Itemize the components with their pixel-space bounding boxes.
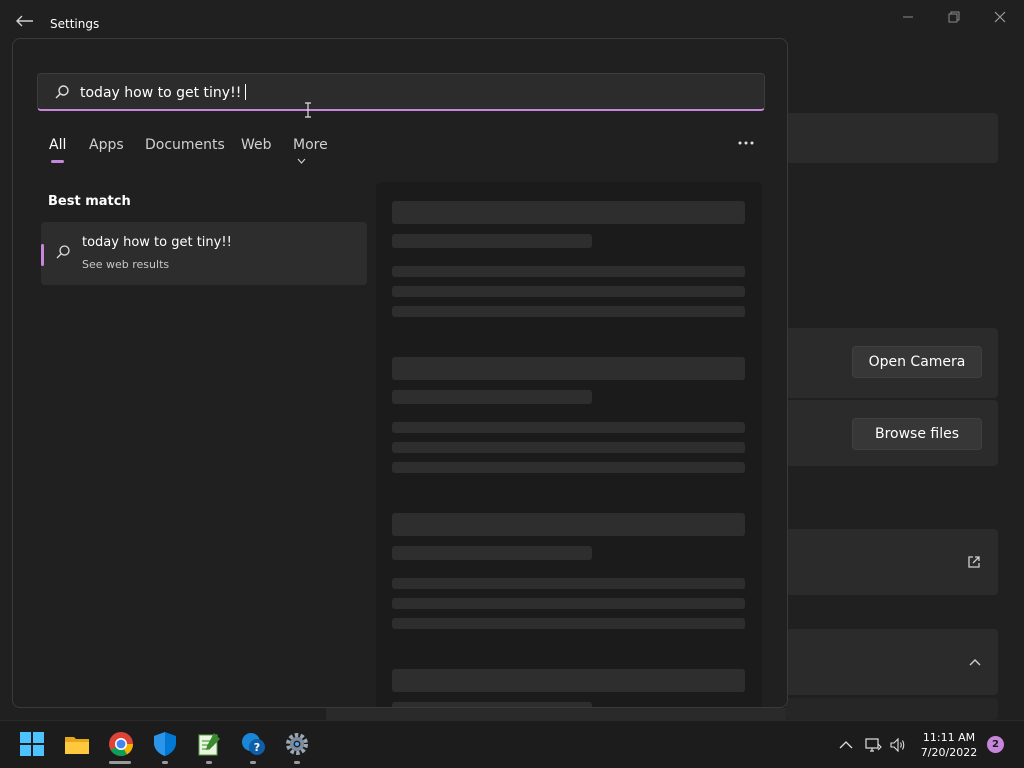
running-indicator <box>294 761 300 764</box>
search-icon <box>56 245 70 259</box>
skeleton-line <box>392 618 745 629</box>
start-icon[interactable] <box>19 731 45 757</box>
skeleton-line <box>392 578 745 589</box>
search-icon <box>55 85 69 99</box>
active-tab-indicator <box>51 160 64 163</box>
chevron-down-icon <box>297 158 306 164</box>
skeleton-line <box>392 462 745 473</box>
open-camera-button[interactable]: Open Camera <box>852 346 982 378</box>
settings-card <box>786 113 998 163</box>
restore-icon[interactable] <box>944 8 964 26</box>
skeleton-block <box>392 513 745 536</box>
best-match-heading: Best match <box>48 194 131 209</box>
settings-card <box>786 698 998 720</box>
chrome-icon[interactable] <box>108 731 134 757</box>
skeleton-line <box>392 598 745 609</box>
taskbar: ? 11:11 AM 7/20/2022 2 <box>0 720 1024 768</box>
preview-pane-loading <box>376 182 762 707</box>
windows-security-icon[interactable] <box>152 731 178 757</box>
file-explorer-icon[interactable] <box>64 731 90 757</box>
back-arrow-icon[interactable] <box>14 14 34 28</box>
skeleton-line <box>392 422 745 433</box>
search-input[interactable]: today how to get tiny!! <box>37 73 765 111</box>
clock-date: 7/20/2022 <box>920 746 978 759</box>
tab-apps[interactable]: Apps <box>89 137 124 153</box>
tab-web[interactable]: Web <box>241 137 272 153</box>
skeleton-line <box>392 306 745 317</box>
tab-documents[interactable]: Documents <box>145 137 225 153</box>
settings-icon[interactable] <box>284 731 310 757</box>
tab-more-label: More <box>293 137 328 153</box>
chevron-up-icon[interactable] <box>967 656 983 668</box>
search-flyout: today how to get tiny!! All Apps Documen… <box>12 38 788 708</box>
tab-more[interactable]: More <box>293 137 328 169</box>
notification-badge[interactable]: 2 <box>987 736 1004 753</box>
clock-time: 11:11 AM <box>922 731 976 744</box>
search-query-text: today how to get tiny!! <box>80 84 247 101</box>
best-match-result[interactable]: today how to get tiny!! See web results <box>41 222 367 285</box>
minimize-icon[interactable] <box>898 8 918 26</box>
best-match-subtitle: See web results <box>82 258 170 271</box>
text-cursor-icon <box>305 102 311 118</box>
settings-partial-row <box>326 708 786 720</box>
external-link-icon[interactable] <box>966 554 982 570</box>
running-indicator <box>109 761 131 764</box>
get-help-icon[interactable]: ? <box>240 731 266 757</box>
skeleton-line <box>392 442 745 453</box>
window-title: Settings <box>50 17 100 31</box>
running-indicator <box>250 761 256 764</box>
skeleton-line <box>392 234 592 248</box>
selection-indicator <box>41 244 44 266</box>
tab-all[interactable]: All <box>49 137 66 153</box>
notepad-icon[interactable] <box>196 731 222 757</box>
skeleton-block <box>392 669 745 692</box>
skeleton-line <box>392 390 592 404</box>
skeleton-line <box>392 702 592 707</box>
title-bar: Settings <box>0 0 1024 40</box>
best-match-title: today how to get tiny!! <box>82 235 232 250</box>
running-indicator <box>162 761 168 764</box>
svg-text:?: ? <box>254 741 260 754</box>
skeleton-line <box>392 266 745 277</box>
browse-files-button[interactable]: Browse files <box>852 418 982 450</box>
close-icon[interactable] <box>990 8 1010 26</box>
network-icon[interactable] <box>864 737 882 753</box>
text-caret <box>245 84 247 100</box>
skeleton-line <box>392 546 592 560</box>
skeleton-block <box>392 357 745 380</box>
more-options-icon[interactable] <box>735 135 757 151</box>
skeleton-line <box>392 286 745 297</box>
chevron-up-icon[interactable] <box>837 737 855 753</box>
volume-icon[interactable] <box>889 737 907 753</box>
running-indicator <box>206 761 212 764</box>
clock[interactable]: 11:11 AM 7/20/2022 <box>914 730 984 760</box>
skeleton-block <box>392 201 745 224</box>
